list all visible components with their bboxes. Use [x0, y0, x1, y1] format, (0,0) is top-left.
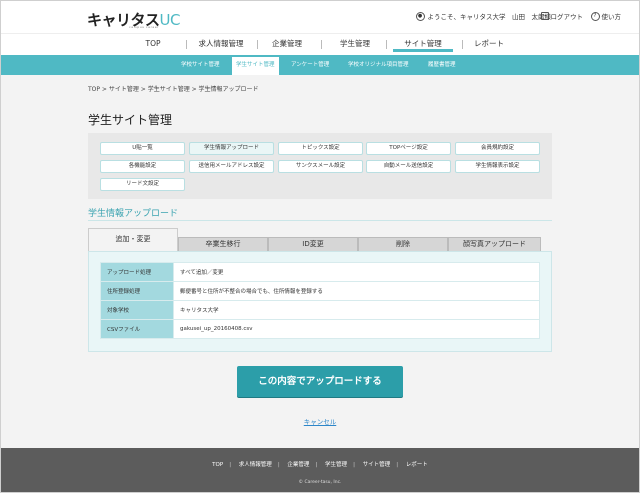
subnav-student-site[interactable]: 学生サイト管理: [232, 57, 279, 75]
help-link[interactable]: ? 使い方: [590, 11, 622, 21]
row-value: gakusei_up_20160408.csv: [173, 319, 540, 339]
main-nav: TOP 求人情報管理 企業管理 学生管理 サイト管理 レポート: [1, 33, 639, 55]
tab-photo-upload[interactable]: 顔写真アップロード: [448, 237, 541, 251]
table-row: アップロード処理 すべて追加／変更: [100, 262, 540, 282]
copyright: © Career-tasu, Inc.: [298, 480, 342, 485]
nav-divider: [462, 40, 463, 49]
table-row: 住所登録処理 郵便番号と住所が不整合の場合でも、住所情報を登録する: [100, 281, 540, 301]
subnav-resume[interactable]: 履歴書管理: [424, 55, 460, 75]
footer-link-site[interactable]: サイト管理: [363, 462, 391, 468]
row-value: すべて追加／変更: [173, 262, 540, 282]
section-divider: [88, 220, 552, 221]
menu-button-features[interactable]: 各機能設定: [100, 160, 185, 173]
nav-job-management[interactable]: 求人情報管理: [196, 38, 246, 52]
table-row: 対象学校 キャリタス大学: [100, 300, 540, 320]
logo-subtitle: campus career: [129, 25, 160, 29]
menu-button-student-upload[interactable]: 学生情報アップロード: [189, 142, 274, 155]
footer-link-top[interactable]: TOP: [212, 462, 223, 468]
nav-divider: [257, 40, 258, 49]
nav-divider: [386, 40, 387, 49]
help-icon: ?: [590, 11, 600, 21]
footer: TOP | 求人情報管理 | 企業管理 | 学生管理 | サイト管理 | レポート © C…: [1, 448, 639, 492]
subnav-survey[interactable]: アンケート管理: [287, 55, 333, 75]
nav-company-management[interactable]: 企業管理: [269, 38, 305, 52]
footer-links: TOP | 求人情報管理 | 企業管理 | 学生管理 | サイト管理 | レポート: [212, 462, 428, 468]
nav-divider: [321, 40, 322, 49]
menu-button-top-page[interactable]: TOPページ設定: [366, 142, 451, 155]
menu-button-thanks-mail[interactable]: サンクスメール設定: [278, 160, 363, 173]
tab-id-change[interactable]: ID変更: [268, 237, 358, 251]
row-label: CSVファイル: [100, 319, 174, 339]
nav-student-management[interactable]: 学生管理: [337, 38, 373, 52]
menu-button-student-display[interactable]: 学生情報表示設定: [455, 160, 540, 173]
menu-button-list[interactable]: U貼一覧: [100, 142, 185, 155]
footer-link-students[interactable]: 学生管理: [325, 462, 347, 468]
header: キャリタスUC campus career ● ようこそ、キャリタス大学 山田 …: [1, 1, 639, 33]
upload-submit-button[interactable]: この内容でアップロードする: [237, 366, 403, 397]
person-icon: ●: [415, 11, 425, 21]
breadcrumb: TOP > サイト管理 > 学生サイト管理 > 学生情報アップロード: [88, 86, 259, 93]
menu-button-terms[interactable]: 会員規約設定: [455, 142, 540, 155]
footer-link-report[interactable]: レポート: [406, 462, 428, 468]
nav-top[interactable]: TOP: [142, 38, 164, 52]
help-label: 使い方: [601, 13, 622, 21]
menu-button-topics[interactable]: トピックス設定: [278, 142, 363, 155]
menu-button-auto-mail[interactable]: 自動メール送信設定: [366, 160, 451, 173]
page-title: 学生サイト管理: [88, 113, 173, 127]
greeting-text: ようこそ、キャリタス大学 山田 太郎様: [427, 13, 552, 21]
logout-label: ログアウト: [550, 13, 584, 21]
row-label: アップロード処理: [100, 262, 174, 282]
tab-graduate-transfer[interactable]: 卒業生移行: [178, 237, 268, 251]
logout-link[interactable]: ⇥ ログアウト: [540, 11, 584, 21]
logo-uc: UC: [159, 11, 181, 29]
subnav-original-fields[interactable]: 学校オリジナル項目管理: [344, 55, 413, 75]
row-value: キャリタス大学: [173, 300, 540, 320]
logout-icon: ⇥: [540, 12, 549, 20]
nav-site-management[interactable]: サイト管理: [393, 38, 453, 52]
menu-button-sender-address[interactable]: 送信用メールアドレス設定: [189, 160, 274, 173]
cancel-link[interactable]: キャンセル: [0, 416, 640, 426]
tab-delete[interactable]: 削除: [358, 237, 448, 251]
section-title: 学生情報アップロード: [88, 209, 179, 219]
upload-details-table: アップロード処理 すべて追加／変更 住所登録処理 郵便番号と住所が不整合の場合で…: [100, 262, 540, 339]
table-row: CSVファイル gakusei_up_20160408.csv: [100, 319, 540, 339]
nav-report[interactable]: レポート: [471, 38, 507, 52]
menu-button-lead-text[interactable]: リード文設定: [100, 178, 185, 191]
user-greeting: ● ようこそ、キャリタス大学 山田 太郎様: [415, 11, 552, 21]
footer-link-jobs[interactable]: 求人情報管理: [239, 462, 272, 468]
sub-nav: 学校サイト管理 学生サイト管理 アンケート管理 学校オリジナル項目管理 履歴書管…: [1, 55, 639, 75]
row-label: 住所登録処理: [100, 281, 174, 301]
nav-divider: [186, 40, 187, 49]
subnav-school-site[interactable]: 学校サイト管理: [177, 55, 224, 75]
tab-add-change[interactable]: 追加・変更: [88, 228, 178, 252]
row-label: 対象学校: [100, 300, 174, 320]
row-value: 郵便番号と住所が不整合の場合でも、住所情報を登録する: [173, 281, 540, 301]
footer-link-companies[interactable]: 企業管理: [287, 462, 309, 468]
